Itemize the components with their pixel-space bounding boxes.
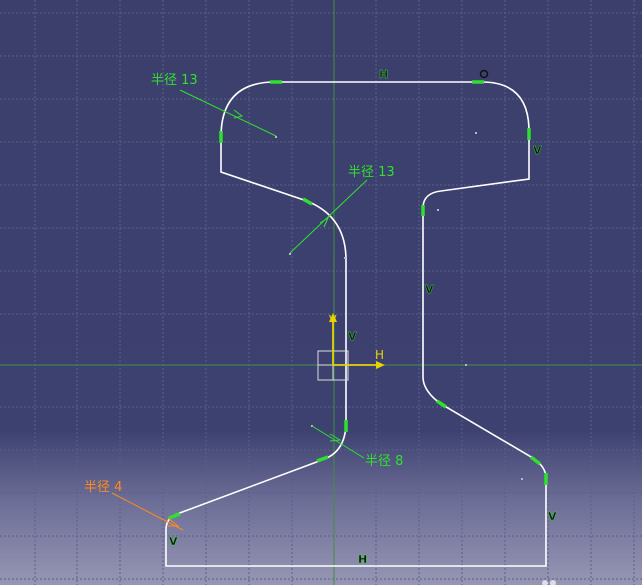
horizontal-constraint[interactable]: H xyxy=(379,68,389,81)
sketch-viewport[interactable]: 半径 13 半径 13 半径 8 半径 4 H V V V V V H V H xyxy=(0,0,642,585)
vertical-constraint[interactable]: V xyxy=(169,535,178,548)
radius-dimension-label[interactable]: 半径 13 xyxy=(348,165,395,180)
watermark-icon xyxy=(542,580,556,585)
vertical-constraint[interactable]: V xyxy=(348,330,357,343)
dimension-leaders xyxy=(111,89,368,531)
v-axis-label: V xyxy=(329,313,337,326)
sketch-canvas[interactable]: 半径 13 半径 13 半径 8 半径 4 H V V V V V H V H xyxy=(0,0,642,585)
vertical-constraint[interactable]: V xyxy=(548,510,557,523)
sketch-origin-axis[interactable]: V H xyxy=(317,313,385,381)
vertical-constraint[interactable]: V xyxy=(533,144,542,157)
horizontal-constraint[interactable]: H xyxy=(358,553,368,566)
h-axis-label: H xyxy=(375,348,384,362)
vertical-constraint[interactable]: V xyxy=(425,283,434,296)
radius-dimension-label[interactable]: 半径 13 xyxy=(151,73,198,88)
radius-dimension-label[interactable]: 半径 8 xyxy=(365,454,403,469)
tangent-circle-icon[interactable] xyxy=(479,69,489,79)
h-axis-arrowhead xyxy=(376,361,385,369)
radius-dimension-label[interactable]: 半径 4 xyxy=(84,480,122,495)
tangency-handles xyxy=(168,80,548,520)
